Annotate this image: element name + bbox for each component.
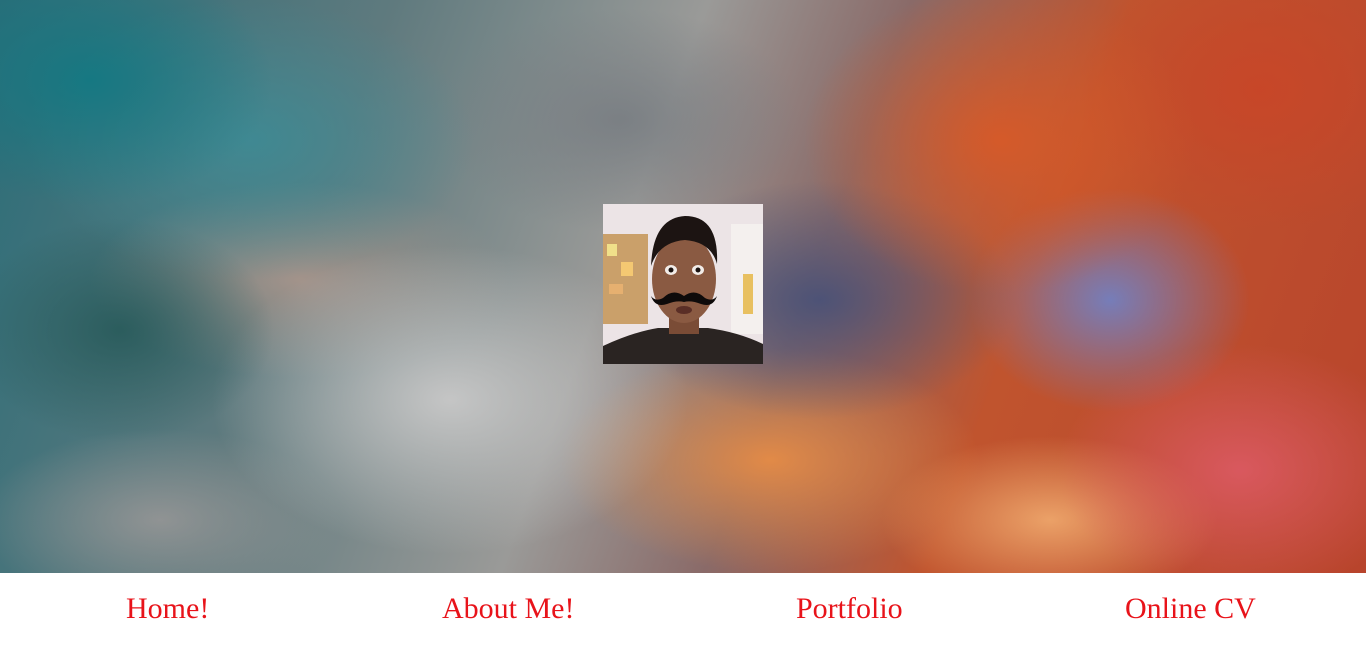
main-navigation: Home! About Me! Portfolio Online CV: [0, 573, 1366, 670]
nav-link-online-cv[interactable]: Online CV: [1125, 591, 1256, 627]
nav-link-about-me[interactable]: About Me!: [442, 591, 574, 627]
profile-photo: [603, 204, 763, 364]
nav-link-portfolio[interactable]: Portfolio: [796, 591, 903, 627]
hero-background: [0, 0, 1366, 573]
nav-link-home[interactable]: Home!: [126, 591, 209, 627]
